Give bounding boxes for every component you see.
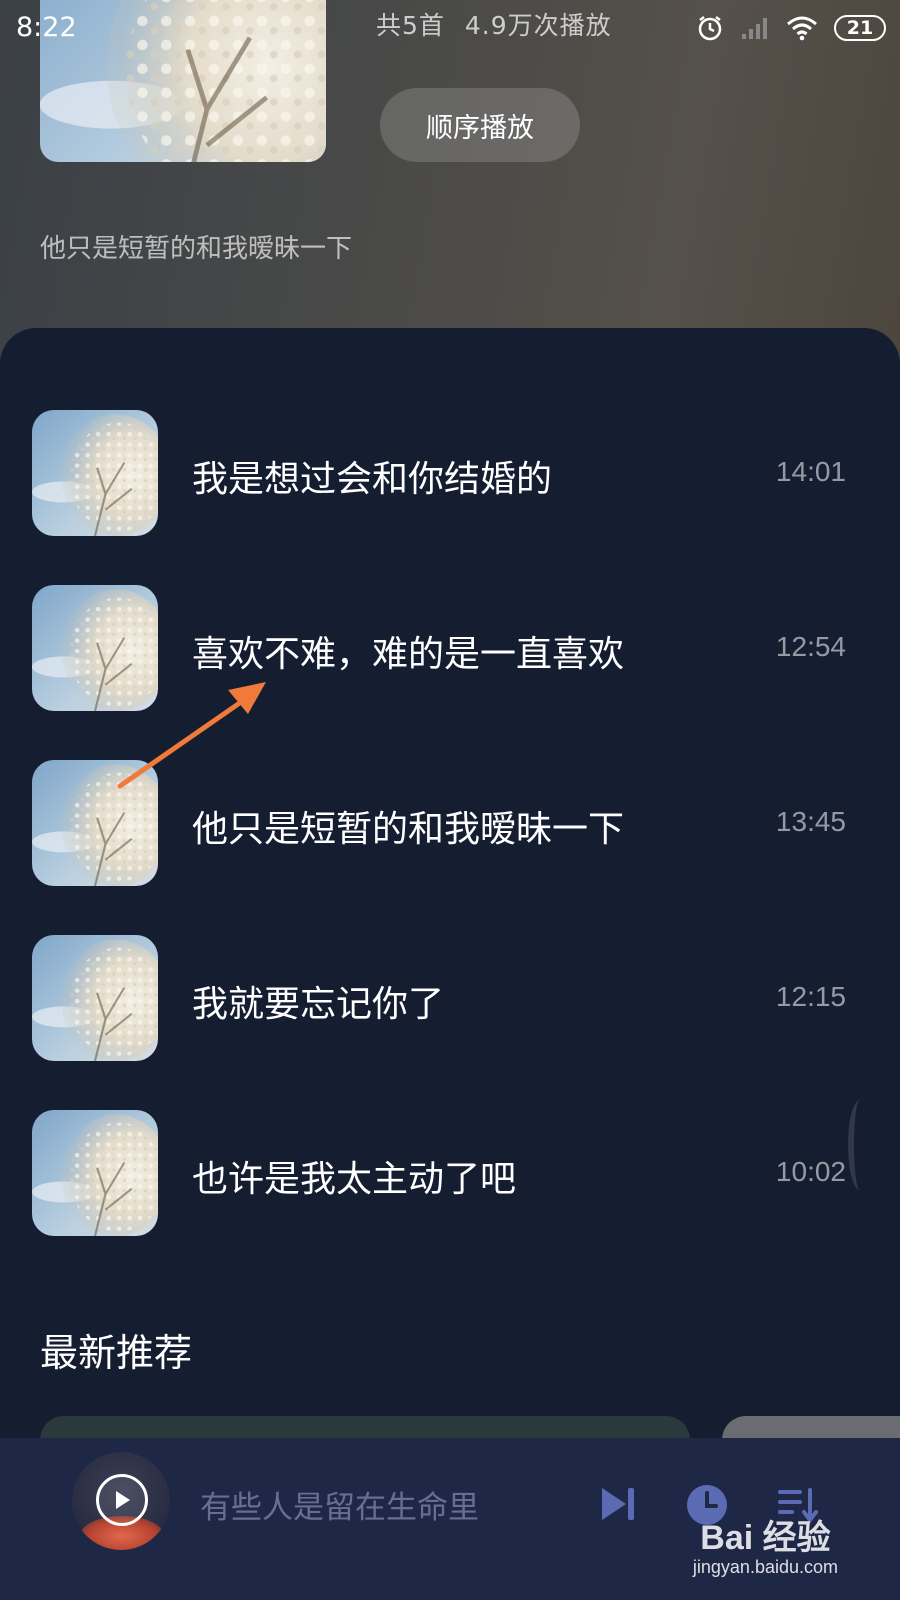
song-thumbnail <box>32 935 158 1061</box>
song-row-3[interactable]: 他只是短暂的和我暧昧一下 13:45 <box>0 760 900 935</box>
song-duration: 10:02 <box>775 1156 846 1187</box>
status-icons: 21 <box>696 14 886 42</box>
play-in-order-button[interactable]: 顺序播放 <box>380 88 580 162</box>
recommend-section-title: 最新推荐 <box>40 1331 193 1375</box>
song-list: 我是想过会和你结婚的 14:01 喜欢不难，难的是一直喜欢 12:54 他只是短… <box>0 410 900 1285</box>
status-time: 8:22 <box>16 12 77 43</box>
watermark-logo: Bai 经验 <box>700 1519 831 1557</box>
song-row-1[interactable]: 我是想过会和你结婚的 14:01 <box>0 410 900 585</box>
playlist-stats: 共5首 4.9万次播放 <box>376 6 612 42</box>
song-thumbnail <box>32 585 158 711</box>
song-duration: 13:45 <box>775 806 846 837</box>
song-title: 我就要忘记你了 <box>192 984 445 1025</box>
playlist-cover-image[interactable] <box>40 0 326 162</box>
play-count: 4.9万次播放 <box>464 11 612 40</box>
battery-icon: 21 <box>834 15 886 41</box>
alarm-icon <box>696 14 724 42</box>
baidu-watermark: Bai 经验 jingyan.baidu.com <box>693 1510 838 1578</box>
play-icon[interactable] <box>96 1474 148 1526</box>
song-duration: 12:54 <box>775 631 846 662</box>
song-title: 喜欢不难，难的是一直喜欢 <box>192 634 625 675</box>
song-row-5[interactable]: 也许是我太主动了吧 10:02 <box>0 1110 900 1285</box>
song-count: 共5首 <box>376 11 445 40</box>
song-thumbnail <box>32 410 158 536</box>
watermark-url: jingyan.baidu.com <box>692 1557 838 1577</box>
song-list-panel: 我是想过会和你结婚的 14:01 喜欢不难，难的是一直喜欢 12:54 他只是短… <box>0 328 900 1600</box>
song-title: 我是想过会和你结婚的 <box>192 459 553 500</box>
song-thumbnail <box>32 1110 158 1236</box>
cell-signal-icon <box>740 16 770 40</box>
song-row-4[interactable]: 我就要忘记你了 12:15 <box>0 935 900 1110</box>
song-title: 他只是短暂的和我暧昧一下 <box>192 809 625 850</box>
skip-next-icon[interactable] <box>598 1484 638 1528</box>
song-row-2[interactable]: 喜欢不难，难的是一直喜欢 12:54 <box>0 585 900 760</box>
song-duration: 12:15 <box>775 981 846 1012</box>
wifi-icon <box>786 15 818 41</box>
song-thumbnail <box>32 760 158 886</box>
now-playing-title[interactable]: 有些人是留在生命里 <box>200 1482 479 1527</box>
song-duration: 14:01 <box>775 456 846 487</box>
playlist-description: 他只是短暂的和我暧昧一下 <box>40 234 353 264</box>
song-title: 也许是我太主动了吧 <box>192 1159 517 1200</box>
scroll-indicator <box>848 1100 872 1190</box>
playlist-header: 8:22 21 共5首 4.9万次播放 顺序播放 他只是短暂的和我暧昧一下 <box>0 0 900 360</box>
